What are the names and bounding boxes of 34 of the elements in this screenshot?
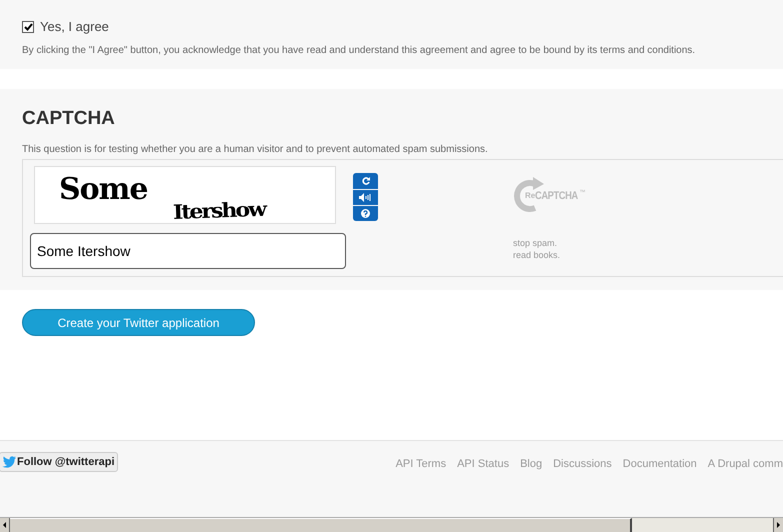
refresh-button[interactable] — [353, 173, 378, 189]
footer-link[interactable]: Discussions — [553, 456, 612, 472]
speaker-icon — [359, 193, 372, 202]
footer-link[interactable]: A Drupal comm — [708, 456, 783, 472]
refresh-icon — [360, 176, 370, 186]
agreement-note: By clicking the "I Agree" button, you acknowledge that you have read and understand this agreement and agree to be bound by its terms and conditions. — [22, 44, 696, 58]
logo-name: CAPTCHA — [535, 188, 578, 204]
captcha-word: Itershow — [172, 196, 266, 226]
horizontal-scrollbar[interactable] — [0, 517, 783, 532]
slogan-line: read books. — [513, 249, 562, 261]
checkbox-label: Yes, I agree — [40, 18, 109, 36]
checkbox[interactable] — [22, 20, 34, 33]
help-icon — [361, 209, 370, 218]
follow-button[interactable]: Follow @twitterapi — [0, 452, 118, 472]
right-arrow-icon — [777, 522, 780, 528]
captcha-description: This question is for testing whether you are a human visitor and to prevent automated spam submissions. — [22, 143, 489, 157]
section-title: CAPTCHA — [22, 107, 116, 131]
scroll-right-button[interactable] — [773, 518, 783, 532]
footer-link[interactable]: API Status — [457, 456, 510, 472]
scroll-left-button[interactable] — [0, 518, 10, 532]
footer-link[interactable]: Blog — [520, 456, 542, 472]
checkmark-icon — [24, 22, 32, 31]
captcha-word: Some — [59, 171, 148, 209]
logo-prefix: Re — [525, 190, 536, 202]
submit-button[interactable]: Create your Twitter application — [22, 309, 255, 336]
slogan-line: stop spam. — [513, 237, 558, 249]
audio-button[interactable] — [353, 190, 378, 205]
left-arrow-icon — [3, 522, 6, 528]
footer-link[interactable]: Documentation — [622, 456, 697, 472]
scroll-thumb[interactable] — [10, 518, 632, 532]
footer-link[interactable]: API Terms — [396, 456, 446, 472]
answer-field[interactable]: Some Itershow — [30, 233, 346, 269]
bird-icon — [2, 456, 16, 468]
help-button[interactable] — [353, 206, 378, 221]
